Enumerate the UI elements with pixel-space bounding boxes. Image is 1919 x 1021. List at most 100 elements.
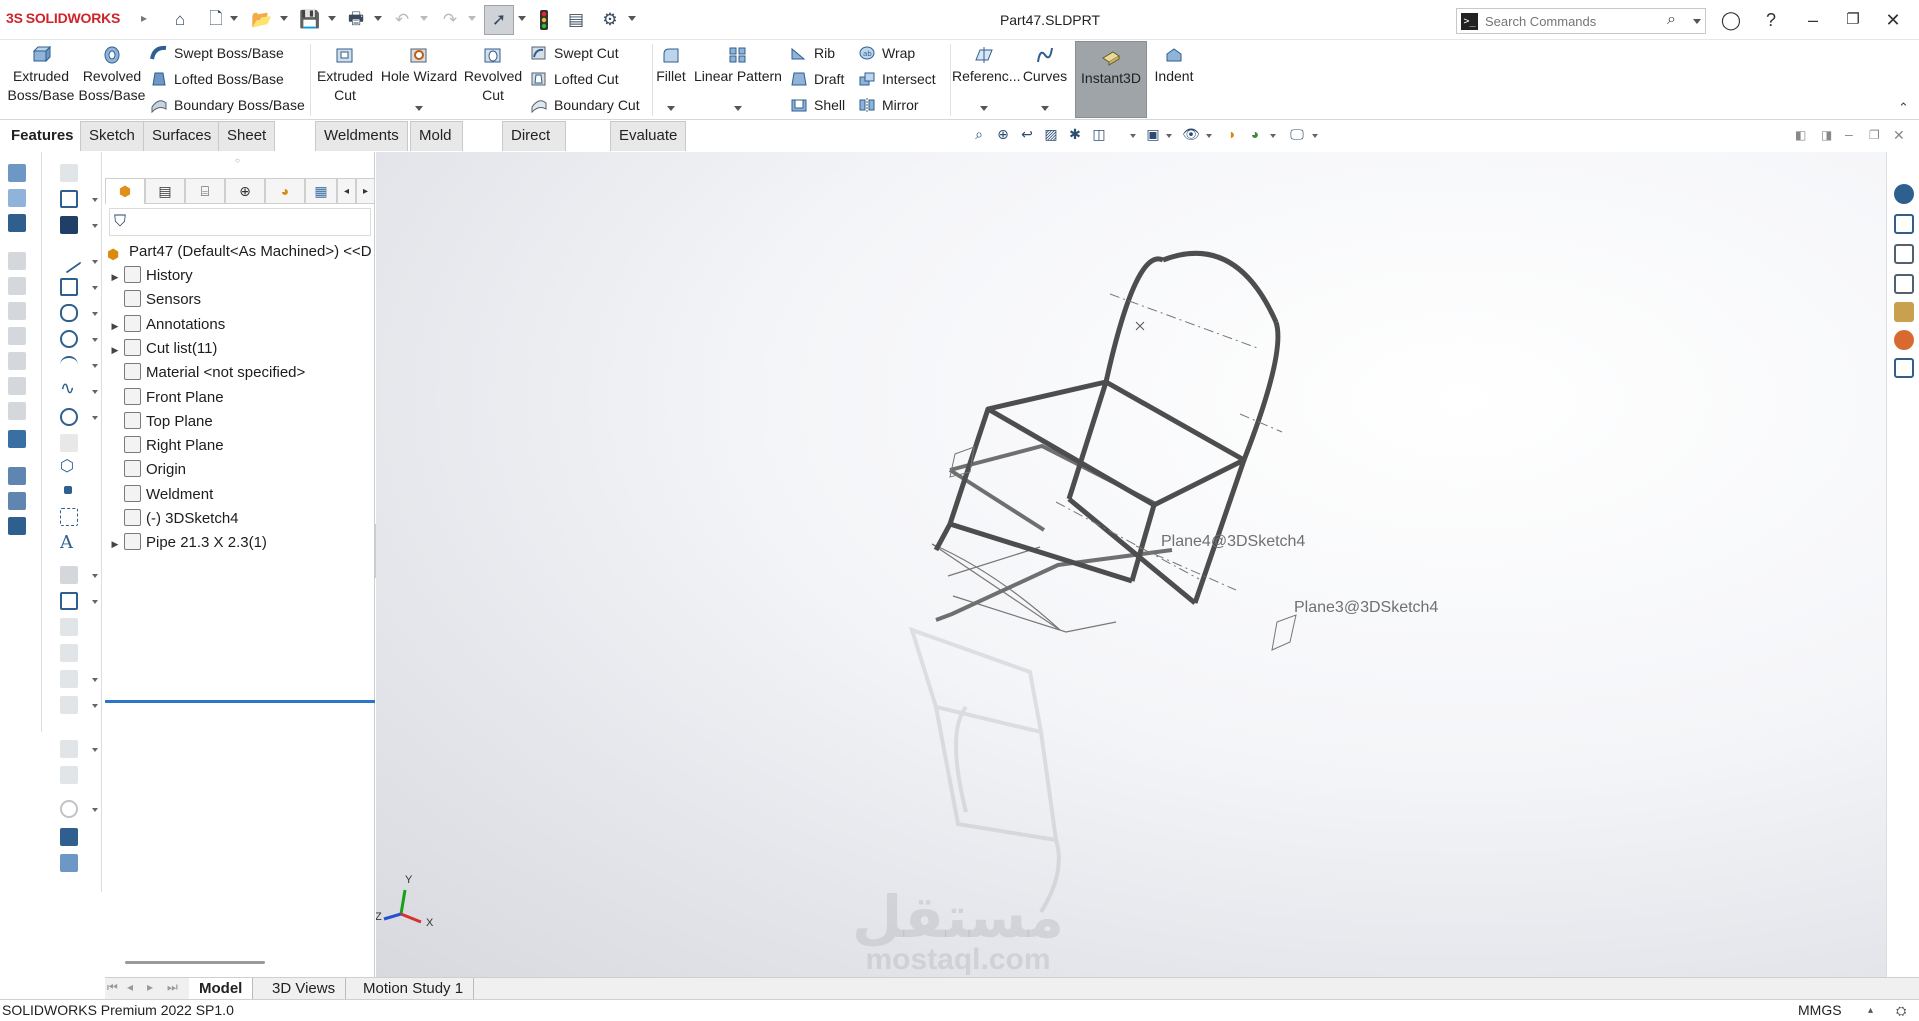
slot-dropdown[interactable] [92, 312, 98, 316]
home-icon[interactable]: ⌂ [168, 8, 192, 32]
revolved-cut-button[interactable]: Revolved Cut [462, 40, 524, 105]
spline-dropdown[interactable] [92, 390, 98, 394]
curves-button[interactable]: Curves [1020, 40, 1070, 111]
save-dropdown[interactable] [328, 16, 336, 21]
lofted-boss-icon[interactable] [8, 189, 26, 207]
view-palette-icon[interactable] [1894, 302, 1914, 322]
display-manager-tab-icon[interactable]: ◕ [265, 178, 305, 204]
home-pane-icon[interactable] [1894, 214, 1914, 234]
units-dropdown-icon[interactable]: ▴ [1868, 1000, 1873, 1021]
tree-item[interactable]: Weldment [105, 483, 213, 507]
tab-model[interactable]: Model [189, 978, 254, 1000]
custom-properties-icon[interactable] [1894, 358, 1914, 378]
cut-icon[interactable] [8, 377, 26, 395]
scroll-right-icon[interactable]: ▸ [356, 178, 375, 204]
repair-sketch-icon[interactable] [60, 766, 78, 784]
apply-scene-icon[interactable]: ◕ [1246, 126, 1264, 144]
convert-entities-icon[interactable] [60, 592, 78, 610]
tab-surfaces[interactable]: Surfaces [143, 121, 221, 151]
line-icon[interactable] [56, 248, 82, 274]
text-icon[interactable]: A [60, 532, 73, 553]
pattern-icon[interactable] [60, 670, 78, 688]
tree-item[interactable]: ▶ Annotations [105, 313, 225, 337]
tree-item[interactable]: ▶ Cut list(11) [105, 337, 217, 361]
account-icon[interactable]: ◯ [1716, 8, 1746, 32]
view-orientation-icon[interactable]: ◫ [1090, 126, 1108, 144]
weld-icon[interactable] [8, 430, 26, 448]
prev-tab-icon[interactable]: ◂ [127, 980, 133, 994]
search-commands-box[interactable]: >_ ⌕ [1456, 8, 1706, 34]
zoom-to-fit-icon[interactable]: ⌕ [970, 126, 988, 144]
tab-features[interactable]: Features [2, 121, 83, 151]
doc-restore-icon[interactable]: ❐ [1869, 128, 1880, 142]
ellipse-dropdown[interactable] [92, 416, 98, 420]
graphics-area[interactable]: Plane4@3DSketch4 Plane3@3DSketch4 Y X Z … [375, 152, 1886, 977]
close-icon[interactable]: ✕ [1878, 8, 1908, 32]
select-cursor-icon[interactable]: ➚ [484, 5, 514, 35]
lofted-cut-button[interactable]: Lofted Cut [530, 68, 619, 90]
extruded-boss-button[interactable]: Extruded Boss/Base [6, 40, 76, 105]
options-dropdown[interactable] [628, 16, 636, 21]
convert-dropdown[interactable] [92, 600, 98, 604]
sketch-grid-icon[interactable] [60, 164, 78, 182]
extruded-cut-button[interactable]: Extruded Cut [314, 40, 376, 105]
mirror-entities-icon[interactable] [60, 644, 78, 662]
sketch-icon[interactable] [60, 190, 78, 208]
hole-wizard-button[interactable]: Hole Wizard [380, 40, 458, 111]
zoom-to-area-icon[interactable]: ⊕ [994, 126, 1012, 144]
unit-system-selector[interactable]: MMGS [1798, 1000, 1842, 1021]
draft-button[interactable]: Draft [790, 68, 844, 90]
configuration-manager-tab-icon[interactable]: ⌸ [185, 178, 225, 204]
circle-dropdown[interactable] [92, 338, 98, 342]
plane3-label[interactable]: Plane3@3DSketch4 [1294, 599, 1438, 616]
pattern-dropdown[interactable] [92, 678, 98, 682]
tab-sheet-metal[interactable]: Sheet Metal [218, 121, 276, 172]
fillet-button[interactable]: Fillet [656, 40, 686, 111]
hide-show-dropdown[interactable] [1206, 134, 1212, 138]
arc-icon[interactable] [60, 356, 78, 374]
redo-icon[interactable]: ↷ [438, 8, 462, 32]
design-library-icon[interactable] [1894, 244, 1914, 264]
tree-item[interactable]: Origin [105, 458, 186, 482]
search-input[interactable] [1485, 12, 1655, 31]
ellipse-icon[interactable] [60, 408, 78, 426]
dimxpert-tab-icon[interactable]: ⊕ [225, 178, 265, 204]
previous-view-icon[interactable]: ↩ [1018, 126, 1036, 144]
line-dropdown[interactable] [92, 260, 98, 264]
tab-3d-views[interactable]: 3D Views [262, 978, 347, 1000]
tree-item[interactable]: ▶ Pipe 21.3 X 2.3(1) [105, 531, 267, 555]
wrap-button[interactable]: ab Wrap [858, 42, 915, 64]
hole-wizard-dropdown[interactable] [415, 106, 423, 111]
plane4-label[interactable]: Plane4@3DSketch4 [1161, 533, 1305, 550]
options-gear-icon[interactable]: ⚙ [598, 8, 622, 32]
expand-arrow-icon[interactable]: ▶ [109, 532, 121, 556]
boundary-boss-icon[interactable] [8, 214, 26, 232]
offset-icon[interactable] [60, 618, 78, 636]
property-manager-tab-icon[interactable]: ▤ [145, 178, 185, 204]
tab-evaluate[interactable]: Evaluate [610, 121, 687, 151]
cut-icon[interactable] [8, 277, 26, 295]
tree-item[interactable]: Material <not specified> [105, 361, 305, 385]
move-dropdown[interactable] [92, 704, 98, 708]
open-folder-icon[interactable]: 📂 [250, 8, 274, 32]
cam-tab-icon[interactable]: ▦ [305, 178, 337, 204]
tab-motion-study[interactable]: Motion Study 1 [353, 978, 475, 1000]
rib-button[interactable]: Rib [790, 42, 835, 64]
relations-dropdown[interactable] [92, 748, 98, 752]
search-dropdown-icon[interactable] [1693, 19, 1701, 24]
indent-button[interactable]: Indent [1150, 40, 1198, 86]
relations-icon[interactable] [60, 740, 78, 758]
reference-geometry-dropdown[interactable] [980, 106, 988, 111]
save-icon[interactable]: 💾 [298, 8, 322, 32]
tile-left-icon[interactable]: ◧ [1795, 128, 1806, 142]
appearances-icon[interactable] [1894, 330, 1914, 350]
tree-item[interactable]: (-) 3DSketch4 [105, 507, 239, 531]
rectangle-dropdown[interactable] [92, 286, 98, 290]
restore-icon[interactable]: ❐ [1838, 8, 1868, 32]
trim-extend-icon[interactable] [8, 492, 26, 510]
scroll-left-icon[interactable]: ◂ [337, 178, 356, 204]
end-cap-icon[interactable] [8, 517, 26, 535]
view-settings-icon[interactable]: 🖵 [1288, 126, 1306, 144]
rollback-bar[interactable] [105, 700, 375, 703]
rectangle-icon[interactable] [60, 278, 78, 296]
